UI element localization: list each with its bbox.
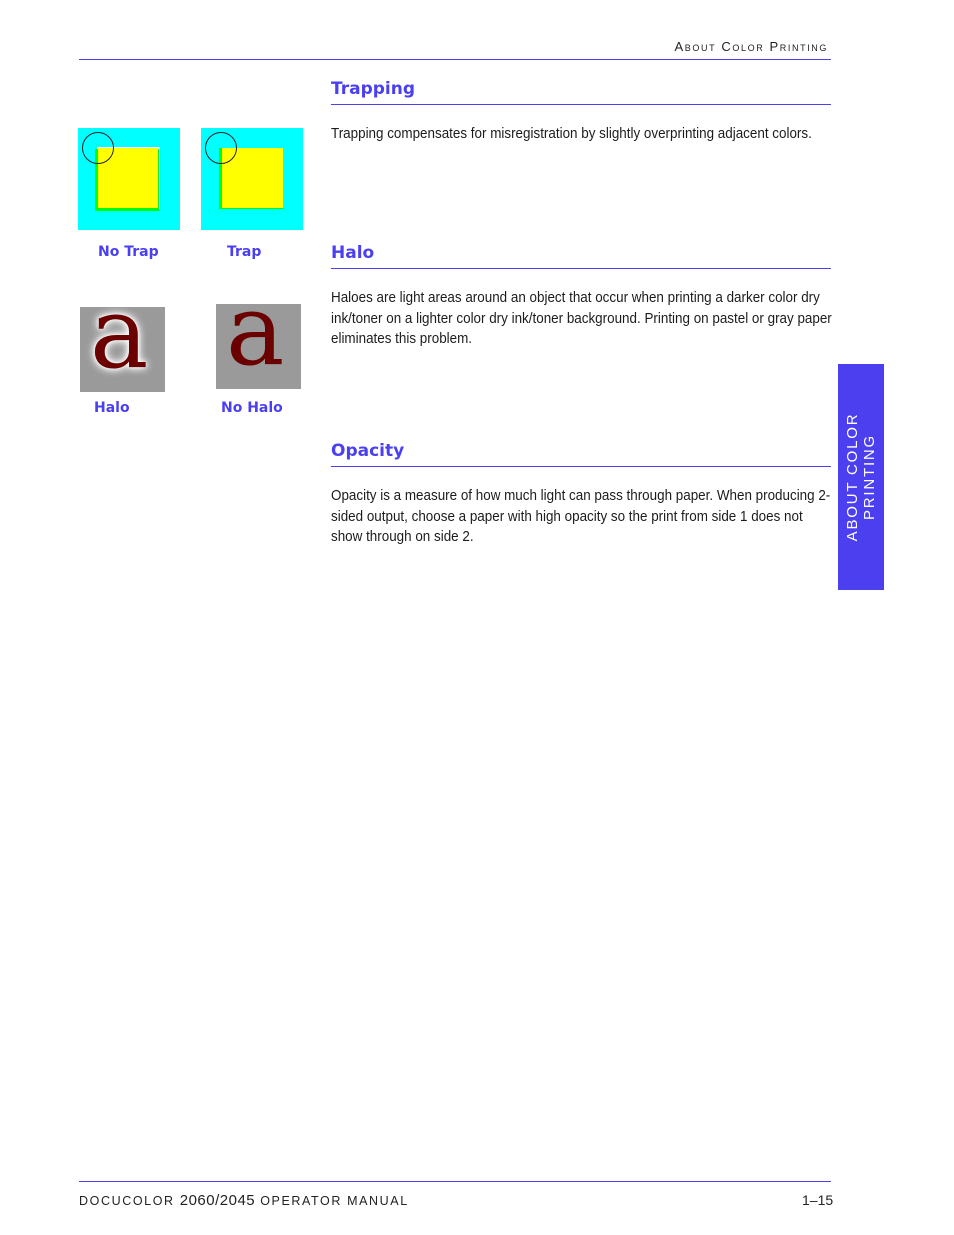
section-rule: [331, 268, 831, 269]
no-trap-caption: No Trap: [98, 244, 159, 260]
section-title-halo: Halo: [331, 243, 375, 263]
footer-brand: DOCUCOLOR: [79, 1194, 180, 1208]
footer-manual: OPERATOR MANUAL: [255, 1194, 409, 1208]
header-rule: [79, 59, 831, 60]
side-tab-line-1: ABOUT COLOR: [844, 412, 861, 542]
detail-circle-icon: [205, 132, 237, 164]
halo-caption: Halo: [94, 400, 130, 416]
footer-rule: [79, 1181, 831, 1182]
trap-caption: Trap: [227, 244, 262, 260]
section-title-opacity: Opacity: [331, 441, 405, 461]
section-body-trapping: Trapping compensates for misregistration…: [331, 126, 812, 142]
detail-circle-icon: [82, 132, 114, 164]
section-body-opacity: Opacity is a measure of how much light c…: [331, 488, 831, 545]
side-tab-line-2: PRINTING: [861, 433, 878, 521]
running-header: About Color Printing: [674, 39, 828, 54]
chapter-side-tab: ABOUT COLOR PRINTING: [838, 364, 884, 590]
section-rule: [331, 104, 831, 105]
trap-figure: [201, 128, 303, 230]
halo-figure: a: [80, 307, 165, 392]
section-rule: [331, 466, 831, 467]
footer-model: 2060/2045: [179, 1192, 256, 1209]
no-halo-figure: a: [216, 304, 301, 389]
section-title-trapping: Trapping: [331, 79, 416, 99]
letter-a-glyph: a: [90, 307, 149, 391]
section-body-halo: Haloes are light areas around an object …: [331, 290, 832, 347]
no-halo-caption: No Halo: [221, 400, 283, 416]
footer-manual-title: DOCUCOLOR 2060/2045 OPERATOR MANUAL: [79, 1192, 409, 1209]
side-tab-label: ABOUT COLOR PRINTING: [844, 413, 878, 542]
no-trap-figure: [78, 128, 180, 230]
letter-a-glyph: a: [226, 304, 285, 388]
page-number: 1–15: [802, 1192, 834, 1208]
